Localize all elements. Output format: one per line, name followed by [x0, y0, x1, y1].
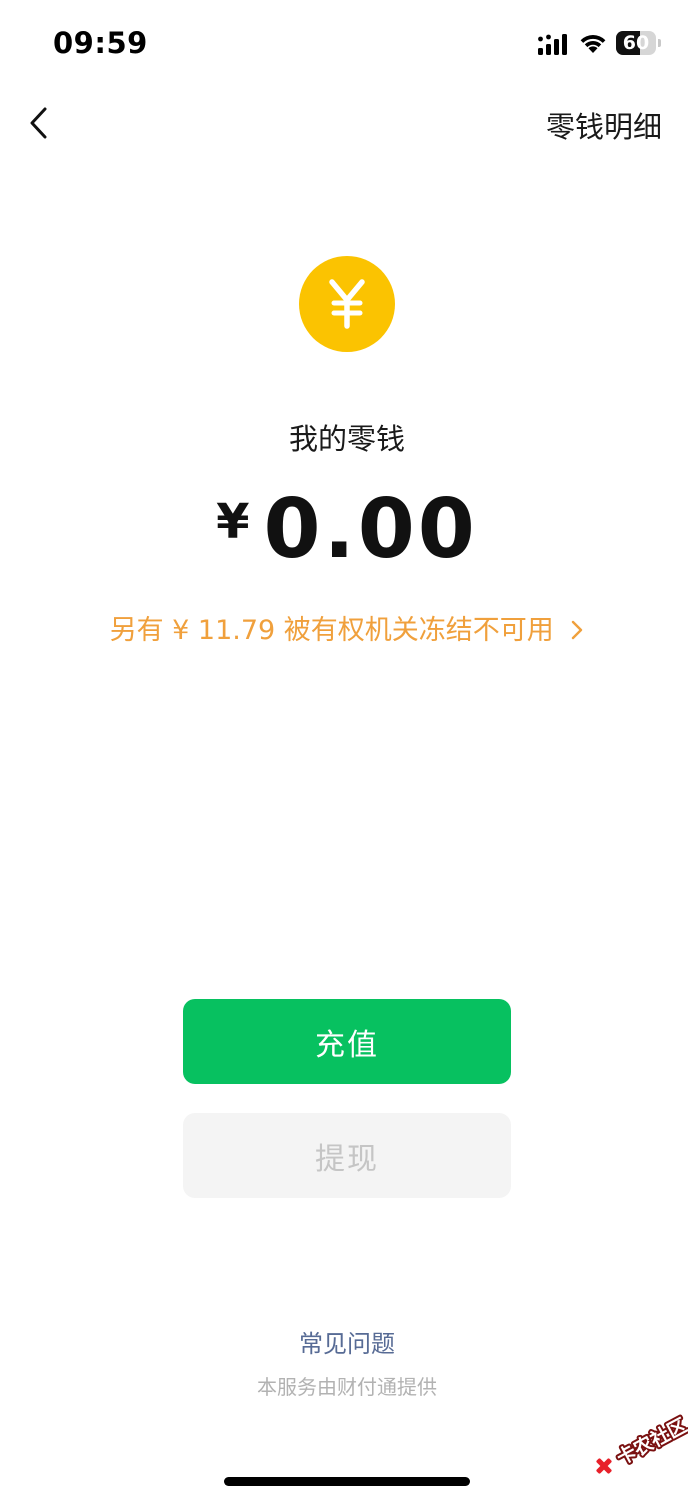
balance-amount: 0.00 [263, 482, 478, 577]
balance-amount-row: ¥0.00 [0, 482, 694, 577]
faq-link[interactable]: 常见问题 [0, 1324, 694, 1359]
status-time: 09:59 [53, 26, 148, 60]
home-indicator [224, 1477, 470, 1486]
back-chevron-left-icon[interactable] [22, 102, 58, 144]
battery-icon: 60 [616, 31, 662, 55]
svg-text:卡农社区: 卡农社区 [613, 1414, 688, 1470]
watermark-logo: 卡农社区 [596, 1412, 688, 1474]
currency-symbol: ¥ [216, 494, 250, 550]
withdraw-button[interactable]: 提现 [183, 1113, 511, 1198]
frozen-funds-text: 另有 ¥ 11.79 被有权机关冻结不可用 [109, 615, 554, 646]
balance-label: 我的零钱 [288, 422, 405, 456]
service-provider-note: 本服务由财付通提供 [257, 1375, 437, 1399]
balance-details-link[interactable]: 零钱明细 [546, 104, 662, 146]
recharge-button[interactable]: 充值 [183, 999, 511, 1084]
battery-level: 60 [622, 32, 650, 54]
frozen-funds-notice[interactable]: 另有 ¥ 11.79 被有权机关冻结不可用 [0, 608, 694, 647]
chevron-right-icon [572, 620, 583, 639]
yuan-coin-icon [299, 256, 395, 352]
status-bar: 09:59 60 [0, 0, 694, 90]
cellular-signal-icon [538, 34, 567, 55]
wifi-icon [580, 35, 606, 53]
